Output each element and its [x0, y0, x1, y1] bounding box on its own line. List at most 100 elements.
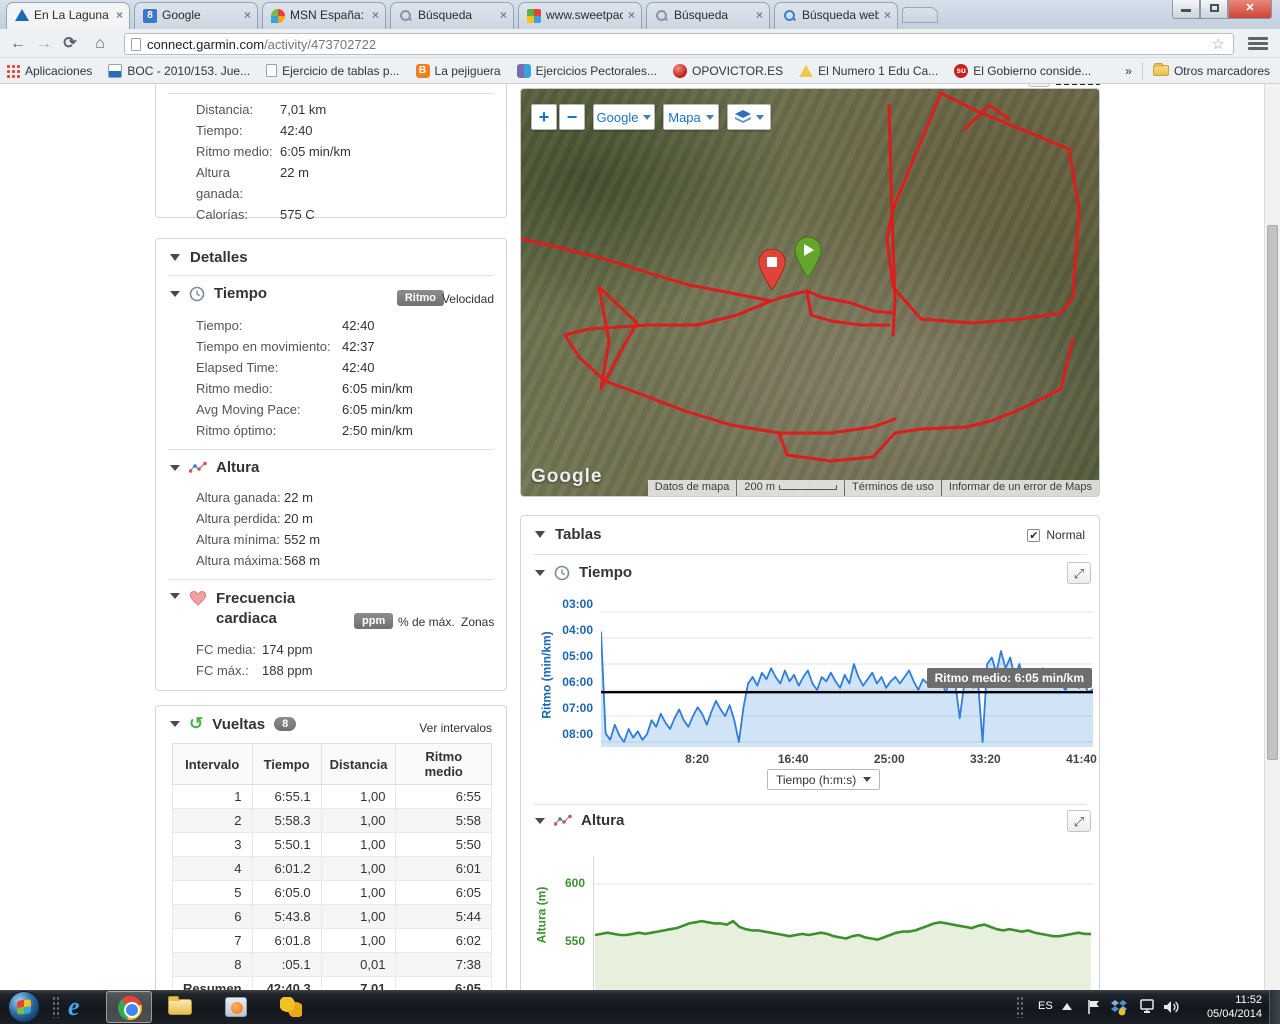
garmin-connect-page: Distancia: 7,01 km Tiempo: 42:40 Ritmo medio… — [0, 84, 1264, 990]
maximize-button[interactable] — [1200, 0, 1228, 19]
other-bookmarks-button[interactable]: Otros marcadores — [1152, 63, 1270, 78]
bookmark-star-icon[interactable]: ☆ — [1212, 35, 1225, 53]
bookmarks-overflow-chevron[interactable]: » — [1125, 64, 1132, 78]
laps-summary-cell: 6:05 — [395, 976, 492, 990]
browser-tab[interactable]: Búsqueda web × — [774, 2, 898, 29]
bookmark-item[interactable]: Ejercicios Pectorales... — [516, 63, 657, 78]
browser-tab[interactable]: En La Laguna de Jes × — [6, 2, 130, 29]
new-tab-button[interactable] — [902, 7, 938, 23]
page-icon — [266, 64, 278, 77]
expand-chart-button[interactable]: ⤢ — [1067, 562, 1091, 584]
browser-tab[interactable]: Google × — [134, 2, 258, 29]
back-button[interactable]: ← — [6, 32, 30, 55]
map-zoom-out-button[interactable]: − — [559, 104, 585, 130]
tab-close-icon[interactable]: × — [116, 8, 123, 22]
collapse-triangle-icon[interactable] — [535, 817, 545, 824]
show-hidden-icons-button[interactable] — [1062, 1003, 1072, 1010]
map-type-dropdown[interactable]: Mapa — [663, 104, 719, 130]
collapse-triangle-icon[interactable] — [535, 531, 545, 538]
minimize-button[interactable] — [1172, 0, 1200, 19]
browser-tab[interactable]: MSN España: Hotm × — [262, 2, 386, 29]
tab-close-icon[interactable]: × — [628, 8, 635, 22]
zonas-toggle-button[interactable]: Zonas — [461, 615, 494, 629]
reload-button[interactable]: ⟳ — [58, 32, 82, 55]
url-bar[interactable]: connect.garmin.com/activity/473702722 ☆ — [124, 33, 1234, 55]
stop-marker-icon[interactable] — [757, 249, 787, 291]
tool-button[interactable] — [278, 993, 308, 1021]
show-desktop-button[interactable] — [1269, 990, 1280, 1024]
bookmark-item[interactable]: BOC - 2010/153. Jue... — [108, 63, 250, 78]
tab-close-icon[interactable]: × — [884, 8, 891, 22]
laps-refresh-icon: ↺ — [189, 714, 204, 733]
chrome-taskbar-button[interactable] — [106, 991, 152, 1023]
bookmark-item[interactable]: Ejercicio de tablas p... — [266, 63, 400, 78]
laps-cell: 4 — [172, 856, 253, 881]
action-center-flag-icon[interactable] — [1086, 999, 1102, 1015]
network-tray-icon[interactable] — [1138, 999, 1156, 1015]
taskbar: e ES 11:52 05/04/2014 — [0, 990, 1280, 1024]
collapse-triangle-icon[interactable] — [170, 593, 180, 599]
collapse-triangle-icon[interactable] — [170, 254, 180, 261]
start-marker-icon[interactable] — [793, 237, 823, 279]
map-report-link[interactable]: Informar de un error de Maps — [941, 480, 1099, 496]
browser-tab[interactable]: Búsqueda × — [646, 2, 770, 29]
bookmark-item[interactable]: Aplicaciones — [6, 63, 92, 78]
x-axis-unit-dropdown[interactable]: Tiempo (h:m:s) — [767, 769, 881, 790]
bookmark-item[interactable]: El Numero 1 Edu Ca... — [799, 64, 938, 78]
blogger-icon — [415, 63, 430, 78]
tab-close-icon[interactable]: × — [756, 8, 763, 22]
chevron-down-icon — [643, 114, 652, 120]
tray-clock[interactable]: 11:52 05/04/2014 — [1186, 993, 1262, 1021]
url-text: connect.garmin.com/activity/473702722 — [147, 36, 377, 52]
tab-close-icon[interactable]: × — [500, 8, 507, 22]
home-button[interactable]: ⌂ — [88, 32, 112, 55]
collapse-triangle-icon[interactable] — [170, 290, 180, 297]
ritmo-toggle-button[interactable]: Ritmo — [396, 290, 444, 306]
dropbox-tray-icon[interactable] — [1110, 999, 1128, 1016]
browser-tab[interactable]: Búsqueda × — [390, 2, 514, 29]
laps-cell: :05.1 — [251, 952, 322, 977]
ppm-toggle-button[interactable]: ppm — [354, 613, 394, 629]
summary-rows: Distancia: 7,01 km Tiempo: 42:40 Ritmo medio… — [156, 99, 506, 225]
explorer-button[interactable] — [166, 993, 196, 1021]
bookmark-item[interactable]: La pejiguera — [415, 63, 501, 78]
map-zoom-in-button[interactable]: + — [531, 104, 557, 130]
map-terms-link[interactable]: Términos de uso — [844, 480, 941, 496]
bookmark-label: Ejercicio de tablas p... — [282, 63, 400, 78]
velocidad-toggle-button[interactable]: Velocidad — [442, 292, 494, 306]
normal-checkbox[interactable]: ✔ — [1027, 528, 1041, 542]
collapse-triangle-icon[interactable] — [170, 721, 180, 727]
volume-tray-icon[interactable] — [1163, 999, 1181, 1015]
expand-chart-button[interactable]: ⤢ — [1067, 810, 1091, 832]
map-layers-dropdown[interactable] — [727, 104, 771, 130]
tab-close-icon[interactable]: × — [244, 8, 251, 22]
language-indicator[interactable]: ES — [1038, 1000, 1053, 1012]
browser-tab[interactable]: www.sweetpacks-se × — [518, 2, 642, 29]
laps-summary-cell: 7,01 — [320, 976, 397, 990]
page-scrollbar[interactable] — [1264, 84, 1280, 990]
altura-rows: Altura ganada: 22 m Altura perdida: 20 m Alt… — [156, 487, 506, 571]
start-button[interactable] — [8, 991, 40, 1023]
close-button[interactable]: ✕ — [1228, 0, 1272, 19]
laps-cell: 5 — [172, 880, 253, 905]
collapse-triangle-icon[interactable] — [170, 464, 180, 471]
tab-strip: En La Laguna de Jes×Google×MSN España: H… — [0, 0, 1280, 29]
internet-explorer-button[interactable]: e — [68, 993, 98, 1021]
map-provider-dropdown[interactable]: Google — [593, 104, 655, 130]
chevron-down-icon — [755, 114, 764, 120]
bookmark-item[interactable]: El Gobierno conside... — [954, 63, 1091, 78]
forward-button[interactable]: → — [32, 32, 56, 55]
ver-intervalos-link[interactable]: Ver intervalos — [419, 721, 492, 735]
media-player-button[interactable] — [222, 993, 252, 1021]
tab-close-icon[interactable]: × — [372, 8, 379, 22]
stat-value: 6:05 min/km — [280, 144, 351, 159]
collapse-triangle-icon[interactable] — [535, 569, 545, 576]
msn-butterfly-icon — [271, 9, 285, 23]
stat-label: Altura perdida: — [196, 511, 281, 526]
scrollbar-thumb[interactable] — [1267, 225, 1278, 760]
percent-max-toggle-button[interactable]: % de máx. — [398, 615, 455, 629]
screen: En La Laguna de Jes×Google×MSN España: H… — [0, 0, 1280, 1024]
bookmark-item[interactable]: OPOVICTOR.ES — [672, 63, 783, 78]
chrome-menu-icon[interactable] — [1248, 35, 1270, 53]
frecuencia-section-title: Frecuencia cardiaca — [216, 590, 296, 627]
